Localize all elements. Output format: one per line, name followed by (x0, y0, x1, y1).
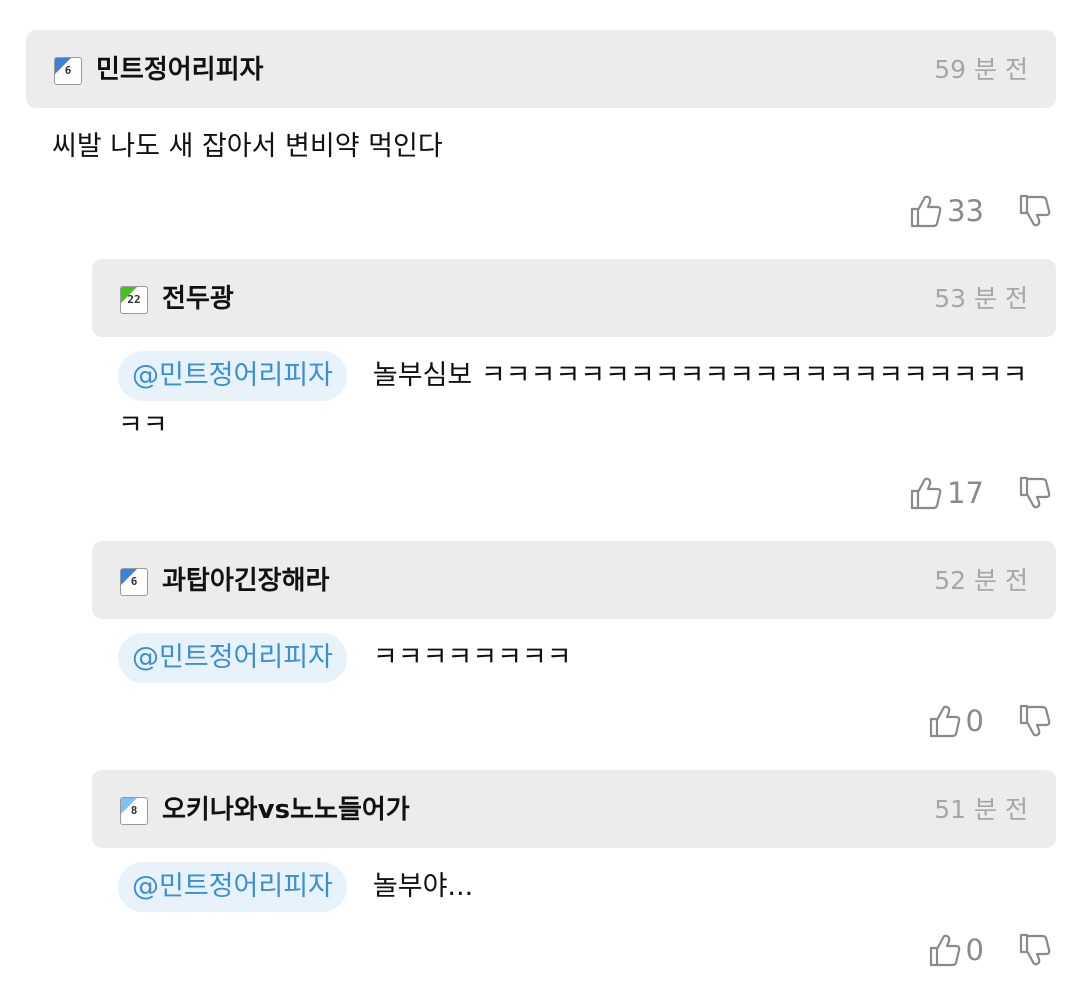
thumbs-up-icon[interactable] (909, 475, 943, 511)
reply-body: ㅋㅋㅋㅋㅋㅋㅋㅋ (372, 642, 572, 673)
thumbs-down-icon[interactable] (1018, 932, 1052, 968)
like-count: 17 (947, 476, 984, 510)
thumbs-up-icon[interactable] (928, 932, 962, 968)
thumbs-up-icon[interactable] (909, 193, 943, 229)
level-badge-icon: 8 (120, 797, 148, 825)
reply-votes: 0 (928, 930, 1052, 970)
like-count: 0 (965, 933, 984, 967)
comment-time: 59 분 전 (934, 55, 1028, 84)
reply-header: 22 전두광 53 분 전 (92, 259, 1056, 337)
like-count: 0 (965, 704, 984, 738)
reply-text: @민트정어리피자 ㅋㅋㅋㅋㅋㅋㅋㅋ (118, 633, 1033, 683)
reply-time: 51 분 전 (934, 795, 1028, 824)
level-badge-icon: 22 (120, 286, 148, 314)
reply-header: 8 오키나와vs노노들어가 51 분 전 (92, 770, 1056, 848)
reply-author[interactable]: 전두광 (162, 281, 234, 317)
mention-tag[interactable]: @민트정어리피자 (118, 351, 347, 401)
reply-text: @민트정어리피자 놀부심보 ㅋㅋㅋㅋㅋㅋㅋㅋㅋㅋㅋㅋㅋㅋㅋㅋㅋㅋㅋㅋㅋㅋㅋㅋ (118, 351, 1033, 451)
reply-time: 52 분 전 (934, 566, 1028, 595)
level-badge-icon: 6 (120, 568, 148, 596)
comment-votes: 33 (909, 191, 1052, 231)
level-badge-icon: 6 (54, 57, 82, 85)
comment-author[interactable]: 민트정어리피자 (96, 52, 263, 88)
reply-votes: 17 (909, 473, 1052, 513)
like-count: 33 (947, 194, 984, 228)
mention-tag[interactable]: @민트정어리피자 (118, 862, 347, 912)
comment-body: 씨발 나도 새 잡아서 변비약 먹인다 (52, 131, 443, 162)
reply-time: 53 분 전 (934, 284, 1028, 313)
comment-text: 씨발 나도 새 잡아서 변비약 먹인다 (52, 122, 1032, 172)
reply-votes: 0 (928, 701, 1052, 741)
reply-author[interactable]: 과탑아긴장해라 (162, 563, 329, 599)
reply-text: @민트정어리피자 놀부야... (118, 862, 1033, 912)
thumbs-down-icon[interactable] (1018, 193, 1052, 229)
thumbs-down-icon[interactable] (1018, 703, 1052, 739)
comment-header: 6 민트정어리피자 59 분 전 (26, 30, 1056, 108)
thumbs-up-icon[interactable] (928, 703, 962, 739)
reply-body: 놀부야... (372, 871, 474, 902)
reply-header: 6 과탑아긴장해라 52 분 전 (92, 541, 1056, 619)
reply-author[interactable]: 오키나와vs노노들어가 (162, 792, 410, 828)
mention-tag[interactable]: @민트정어리피자 (118, 633, 347, 683)
thumbs-down-icon[interactable] (1018, 475, 1052, 511)
